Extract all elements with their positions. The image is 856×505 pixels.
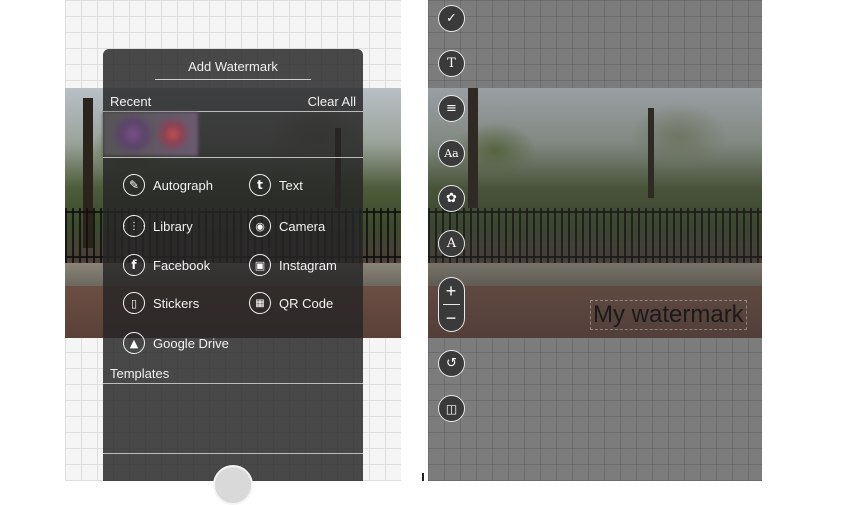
stickers-icon: ▯ bbox=[123, 292, 145, 314]
rotate-button[interactable]: ↺ bbox=[438, 350, 465, 377]
delete-button[interactable]: ◫ bbox=[438, 395, 465, 422]
confirm-button[interactable]: ✓ bbox=[438, 5, 465, 32]
trash-icon: ◫ bbox=[445, 401, 458, 416]
divider bbox=[103, 453, 363, 454]
rotate-icon: ↺ bbox=[446, 356, 457, 371]
font-tool-button[interactable]: Aa bbox=[438, 140, 465, 167]
panel-title: Add Watermark bbox=[188, 59, 278, 74]
recent-label: Recent bbox=[110, 94, 152, 109]
templates-label: Templates bbox=[110, 366, 170, 381]
divider bbox=[103, 157, 363, 158]
facebook-option[interactable]: f Facebook bbox=[123, 252, 210, 278]
google-drive-option[interactable]: ▲ Google Drive bbox=[123, 330, 229, 356]
facebook-icon: f bbox=[123, 254, 145, 276]
layers-icon: ≡ bbox=[446, 101, 457, 116]
text-tool-button[interactable]: T bbox=[438, 50, 465, 77]
library-grid-icon: ⋮⋮⋮ bbox=[119, 215, 149, 237]
facebook-label: Facebook bbox=[153, 257, 211, 273]
font-style-icon: A bbox=[446, 236, 457, 251]
color-tool-button[interactable]: ✿ bbox=[438, 185, 465, 212]
divider bbox=[103, 383, 363, 384]
zoom-out-button[interactable]: − bbox=[439, 305, 463, 331]
qr-code-icon: ▦ bbox=[249, 292, 271, 314]
autograph-option[interactable]: ✎ Autograph bbox=[123, 172, 213, 198]
instagram-option[interactable]: ▣ Instagram bbox=[249, 252, 337, 278]
text-t-icon: t bbox=[249, 174, 271, 196]
capture-button[interactable] bbox=[213, 465, 253, 505]
title-underline bbox=[155, 79, 311, 80]
qr-code-option[interactable]: ▦ QR Code bbox=[249, 290, 333, 316]
font-aa-icon: Aa bbox=[444, 147, 459, 160]
camera-label: Camera bbox=[279, 218, 326, 234]
text-option[interactable]: t Text bbox=[249, 172, 303, 198]
google-drive-icon: ▲ bbox=[123, 332, 145, 354]
autograph-pen-icon: ✎ bbox=[123, 174, 145, 196]
zoom-in-button[interactable]: + bbox=[439, 278, 463, 304]
opacity-tool-button[interactable]: ≡ bbox=[438, 95, 465, 122]
instagram-icon: ▣ bbox=[249, 254, 271, 276]
qr-code-label: QR Code bbox=[279, 295, 334, 311]
text-label: Text bbox=[279, 177, 303, 193]
divider-mark bbox=[422, 473, 424, 481]
watermark-text-layer[interactable]: My watermark bbox=[590, 300, 747, 330]
stickers-option[interactable]: ▯ Stickers bbox=[123, 290, 199, 316]
text-t-icon: T bbox=[447, 56, 456, 71]
library-option[interactable]: ⋮⋮⋮ Library bbox=[119, 213, 193, 239]
style-tool-button[interactable]: A bbox=[438, 230, 465, 257]
recent-watermark-thumbnail[interactable] bbox=[103, 112, 198, 156]
checkmark-icon: ✓ bbox=[446, 11, 457, 26]
library-label: Library bbox=[153, 218, 193, 234]
camera-icon: ◉ bbox=[249, 215, 271, 237]
clear-all-button[interactable]: Clear All bbox=[308, 94, 356, 109]
autograph-label: Autograph bbox=[153, 177, 213, 193]
instagram-label: Instagram bbox=[279, 257, 337, 273]
palette-icon: ✿ bbox=[446, 191, 457, 206]
camera-option[interactable]: ◉ Camera bbox=[249, 213, 325, 239]
zoom-control: + − bbox=[438, 277, 465, 332]
stickers-label: Stickers bbox=[153, 295, 200, 311]
google-drive-label: Google Drive bbox=[153, 335, 229, 351]
add-watermark-panel: Add Watermark Recent Clear All ✎ Autogra… bbox=[103, 49, 363, 505]
